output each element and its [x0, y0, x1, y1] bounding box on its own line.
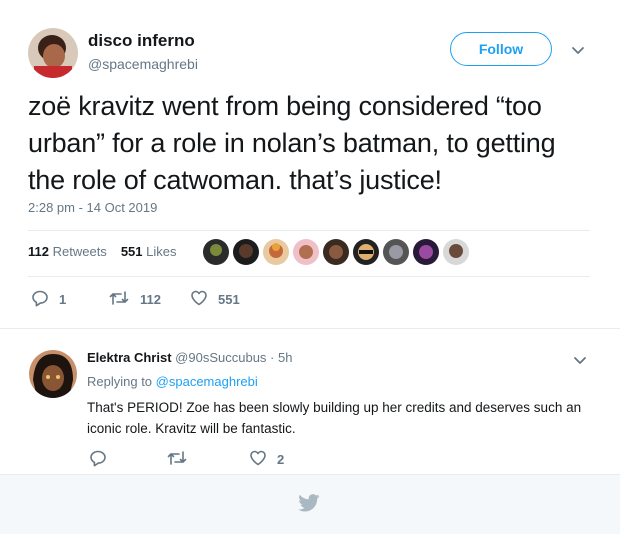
liker-avatar[interactable] — [203, 239, 229, 265]
retweet-count: 112 — [140, 292, 161, 307]
likes-label: Likes — [146, 244, 177, 259]
twitter-bird-icon — [298, 494, 320, 512]
reply-like-action[interactable]: 2 — [249, 449, 284, 470]
divider — [28, 230, 590, 231]
retweet-action[interactable]: 112 — [108, 289, 161, 310]
reply-count: 1 — [59, 292, 67, 307]
divider — [0, 328, 620, 329]
retweets-label: Retweets — [52, 244, 107, 259]
like-action[interactable]: 551 — [190, 289, 240, 310]
liker-avatars — [203, 239, 469, 265]
replying-prefix: Replying to — [87, 374, 153, 389]
chevron-down-icon[interactable] — [570, 42, 586, 58]
retweets-stat[interactable]: 112 Retweets — [28, 244, 107, 259]
heart-icon — [190, 289, 208, 310]
follow-button[interactable]: Follow — [450, 32, 552, 66]
reply-header: Elektra Christ @90sSuccubus · 5h — [87, 350, 292, 365]
replying-handle-link[interactable]: @spacemaghrebi — [156, 374, 258, 389]
liker-avatar[interactable] — [263, 239, 289, 265]
likes-count: 551 — [120, 244, 143, 259]
heart-icon — [249, 449, 267, 470]
reply-text: That's PERIOD! Zoe has been slowly build… — [87, 400, 582, 436]
liker-avatar[interactable] — [413, 239, 439, 265]
reply-like-count: 2 — [277, 452, 285, 467]
reply-action[interactable]: 1 — [31, 289, 66, 310]
liker-avatar[interactable] — [233, 239, 259, 265]
chevron-down-icon[interactable] — [572, 352, 588, 368]
liker-avatar[interactable] — [323, 239, 349, 265]
reply-author-name[interactable]: Elektra Christ — [87, 350, 172, 365]
retweet-icon — [108, 289, 130, 310]
reply-icon — [89, 449, 107, 470]
reply-author-avatar[interactable] — [29, 350, 77, 398]
tweet-text: zoë kravitz went from being considered “… — [28, 91, 556, 195]
reply-reply-action[interactable] — [89, 449, 107, 470]
author-handle[interactable]: @spacemaghrebi — [88, 56, 198, 72]
author-name[interactable]: disco inferno — [88, 31, 195, 51]
reply-retweet-action[interactable] — [166, 449, 188, 470]
author-avatar[interactable] — [28, 28, 78, 78]
likes-stat[interactable]: 551 Likes — [121, 244, 177, 259]
liker-avatar[interactable] — [443, 239, 469, 265]
liker-avatar[interactable] — [353, 239, 379, 265]
engagement-stats: 112 Retweets 551 Likes — [28, 244, 177, 259]
reply-icon — [31, 289, 49, 310]
reply-time[interactable]: · 5h — [270, 350, 292, 365]
like-count: 551 — [218, 292, 240, 307]
reply-author-handle[interactable]: @90sSuccubus — [175, 350, 266, 365]
divider — [28, 276, 590, 277]
liker-avatar[interactable] — [383, 239, 409, 265]
tweet-timestamp[interactable]: 2:28 pm - 14 Oct 2019 — [28, 200, 157, 215]
retweet-icon — [166, 449, 188, 470]
replying-to: Replying to @spacemaghrebi — [87, 374, 258, 389]
retweets-count: 112 — [28, 244, 49, 259]
liker-avatar[interactable] — [293, 239, 319, 265]
